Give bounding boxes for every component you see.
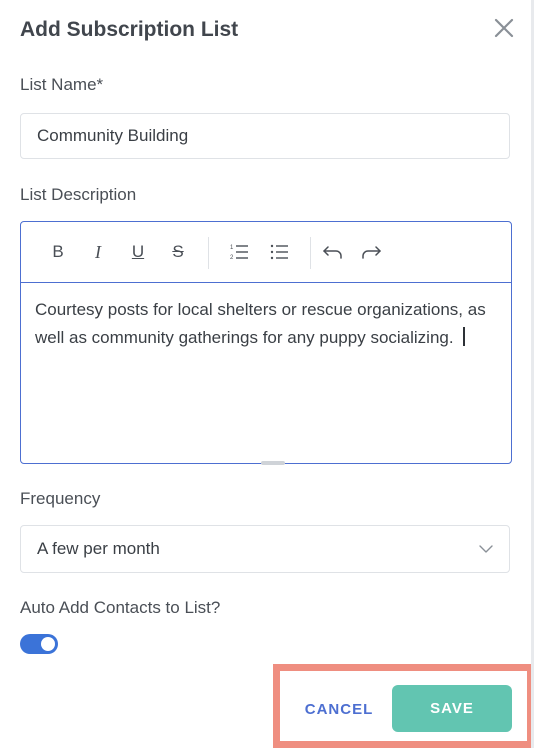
close-icon[interactable]: [492, 16, 516, 40]
italic-button[interactable]: I: [86, 240, 110, 264]
svg-text:2: 2: [230, 255, 234, 261]
frequency-selected-value: A few per month: [37, 539, 160, 558]
auto-add-toggle[interactable]: [20, 634, 58, 654]
resize-handle[interactable]: [261, 461, 285, 465]
redo-icon: [362, 246, 381, 259]
svg-text:1: 1: [230, 245, 234, 251]
text-cursor: [462, 327, 465, 346]
add-subscription-list-modal: Add Subscription List List Name* Communi…: [0, 0, 534, 748]
cancel-button[interactable]: CANCEL: [292, 685, 386, 733]
list-name-input[interactable]: Community Building: [20, 113, 510, 159]
editor-content[interactable]: Courtesy posts for local shelters or res…: [35, 296, 500, 352]
redo-button[interactable]: [359, 240, 383, 264]
frequency-label: Frequency: [20, 489, 101, 508]
underline-icon: U: [131, 242, 145, 261]
list-description-label: List Description: [20, 185, 137, 204]
auto-add-label: Auto Add Contacts to List?: [20, 598, 221, 617]
list-description-editor[interactable]: B I U S 1 2 Courtesy posts for local she…: [20, 221, 512, 465]
bold-icon: B: [52, 242, 64, 261]
description-text: Courtesy posts for local shelters or res…: [35, 300, 486, 347]
bullet-list-button[interactable]: [268, 240, 292, 264]
undo-icon: [323, 246, 342, 259]
italic-icon: I: [95, 241, 101, 262]
strikethrough-icon: S: [172, 242, 184, 261]
toolbar-divider: [208, 237, 209, 269]
ordered-list-icon: 1 2: [230, 245, 248, 261]
ordered-list-button[interactable]: 1 2: [228, 240, 252, 264]
list-name-label: List Name*: [20, 75, 104, 94]
modal-title: Add Subscription List: [20, 18, 239, 41]
save-button[interactable]: SAVE: [392, 685, 512, 732]
frequency-select[interactable]: A few per month: [20, 525, 510, 573]
toolbar-divider: [310, 237, 311, 269]
chevron-down-icon: [479, 545, 493, 553]
strikethrough-button[interactable]: S: [166, 240, 190, 264]
undo-button[interactable]: [321, 240, 345, 264]
editor-toolbar: B I U S 1 2: [21, 222, 511, 283]
bold-button[interactable]: B: [46, 240, 70, 264]
bullet-list-icon: [270, 244, 288, 260]
toggle-knob: [41, 637, 55, 651]
underline-button[interactable]: U: [126, 240, 150, 264]
